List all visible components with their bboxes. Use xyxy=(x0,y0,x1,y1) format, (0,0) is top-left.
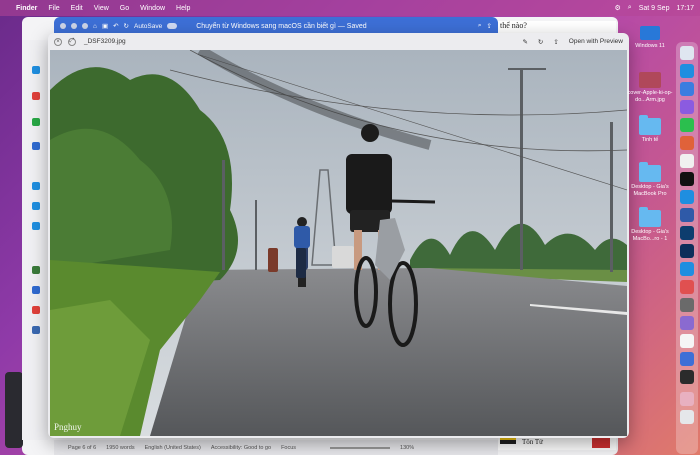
menu-help[interactable]: Help xyxy=(176,5,190,12)
autosave-toggle[interactable] xyxy=(167,23,178,29)
app-icon[interactable] xyxy=(680,298,694,312)
word-icon[interactable] xyxy=(680,352,694,366)
zoom-level[interactable]: 130% xyxy=(400,445,414,451)
save-icon[interactable]: ▣ xyxy=(102,22,108,30)
app-icon[interactable] xyxy=(680,370,694,384)
sidebar-icon[interactable] xyxy=(32,266,40,274)
autosave-label: AutoSave xyxy=(134,22,163,30)
desktop-item-macbook-pro-1[interactable]: Desktop - Gia's MacBo...ro - 1 xyxy=(626,207,674,242)
photo-image xyxy=(50,50,627,436)
rotate-icon[interactable]: ↻ xyxy=(538,38,543,46)
desktop-item-tinh-te[interactable]: Tinh tế xyxy=(628,115,672,144)
minimize-button[interactable] xyxy=(71,23,77,29)
zoom-slider[interactable] xyxy=(330,446,391,449)
undo-icon[interactable]: ↶ xyxy=(113,22,118,30)
photo-watermark: Pnghuy xyxy=(54,422,82,432)
downloads-icon[interactable] xyxy=(680,392,694,406)
language-indicator[interactable]: English (United States) xyxy=(145,445,201,451)
finder-icon[interactable] xyxy=(680,46,694,60)
accessibility-status[interactable]: Accessibility: Good to go xyxy=(211,445,271,451)
sidebar-icon[interactable] xyxy=(32,286,40,294)
share-icon[interactable]: ⇪ xyxy=(553,38,558,46)
app-icon[interactable] xyxy=(680,316,694,330)
control-center-icon[interactable]: ⚙ xyxy=(615,4,621,12)
calendar-icon[interactable] xyxy=(680,154,694,168)
page-count[interactable]: Page 6 of 6 xyxy=(68,445,96,451)
app-icon[interactable] xyxy=(680,100,694,114)
quicklook-toolbar: × ⤢ _DSF3209.jpg ✎ ↻ ⇪ Open with Preview xyxy=(48,33,629,50)
menu-edit[interactable]: Edit xyxy=(71,5,83,12)
menu-view[interactable]: View xyxy=(94,5,109,12)
trash-icon[interactable] xyxy=(680,410,694,424)
sidebar-icon[interactable] xyxy=(32,182,40,190)
photos-icon[interactable] xyxy=(680,136,694,150)
menu-bar: Finder File Edit View Go Window Help ⚙ ⌕… xyxy=(0,0,700,16)
tv-icon[interactable] xyxy=(680,172,694,186)
sidebar-icon[interactable] xyxy=(32,92,40,100)
menu-window[interactable]: Window xyxy=(140,5,165,12)
sidebar-icon[interactable] xyxy=(32,66,40,74)
menu-file[interactable]: File xyxy=(48,5,59,12)
notion-icon[interactable] xyxy=(680,334,694,348)
menu-time[interactable]: 17:17 xyxy=(676,5,694,12)
redo-icon[interactable]: ↻ xyxy=(124,22,129,30)
lightroom-icon[interactable] xyxy=(680,226,694,240)
sidebar-icon[interactable] xyxy=(32,326,40,334)
folder-icon xyxy=(639,162,661,182)
sidebar-icon[interactable] xyxy=(32,202,40,210)
share-icon[interactable]: ⇪ xyxy=(487,22,492,30)
app-icon[interactable] xyxy=(680,208,694,222)
quicklook-window: × ⤢ _DSF3209.jpg ✎ ↻ ⇪ Open with Preview xyxy=(48,33,629,438)
close-icon[interactable]: × xyxy=(54,37,62,46)
sidebar-icon[interactable] xyxy=(32,306,40,314)
word-status-bar: Page 6 of 6 1950 words English (United S… xyxy=(54,440,498,455)
background-panel xyxy=(5,372,23,448)
messages-icon[interactable] xyxy=(680,118,694,132)
safari-icon[interactable] xyxy=(680,64,694,78)
vm-icon xyxy=(640,26,660,40)
search-icon[interactable]: ⌕ xyxy=(478,22,482,30)
app-icon[interactable] xyxy=(680,280,694,294)
pages-sidebar xyxy=(22,40,48,440)
flag-image xyxy=(500,438,516,444)
markup-icon[interactable]: ✎ xyxy=(522,38,527,46)
desktop-item-cover-image[interactable]: cover-Apple-ki-op-do...Arm.jpg xyxy=(626,72,674,103)
close-button[interactable] xyxy=(60,23,66,29)
menu-go[interactable]: Go xyxy=(120,5,129,12)
menu-app-name[interactable]: Finder xyxy=(16,5,37,12)
focus-button[interactable]: Focus xyxy=(281,445,296,451)
sidebar-icon[interactable] xyxy=(32,222,40,230)
app-icon[interactable] xyxy=(680,82,694,96)
home-icon[interactable]: ⌂ xyxy=(93,23,97,30)
menu-date[interactable]: Sat 9 Sep xyxy=(639,5,670,12)
document-title: Chuyển từ Windows sang macOS cần biết gì… xyxy=(196,22,367,30)
app-store-icon[interactable] xyxy=(680,190,694,204)
sidebar-icon[interactable] xyxy=(32,118,40,126)
photo-preview: Pnghuy xyxy=(50,50,627,436)
open-with-preview-button[interactable]: Open with Preview xyxy=(569,38,623,45)
search-icon[interactable]: ⌕ xyxy=(628,4,632,12)
desktop-item-macbook-pro[interactable]: Desktop - Gia's MacBook Pro xyxy=(626,162,674,197)
photoshop-icon[interactable] xyxy=(680,244,694,258)
messenger-icon[interactable] xyxy=(680,262,694,276)
quicklook-filename: _DSF3209.jpg xyxy=(84,38,126,45)
image-file-icon xyxy=(639,72,661,88)
folder-icon xyxy=(639,115,661,135)
zoom-button[interactable] xyxy=(82,23,88,29)
folder-icon xyxy=(639,207,661,227)
desktop-item-windows11[interactable]: Windows 11 xyxy=(630,26,670,50)
sidebar-icon[interactable] xyxy=(32,142,40,150)
fullscreen-icon[interactable]: ⤢ xyxy=(68,37,76,46)
word-count[interactable]: 1950 words xyxy=(106,445,134,451)
